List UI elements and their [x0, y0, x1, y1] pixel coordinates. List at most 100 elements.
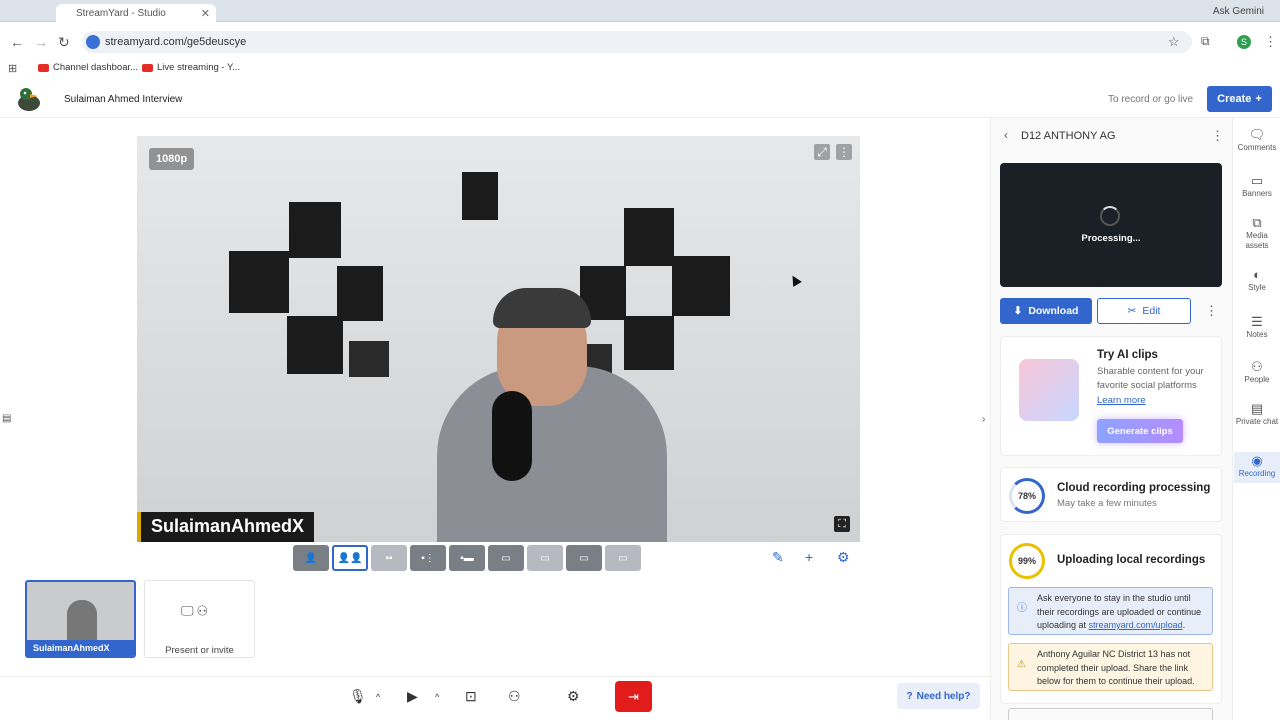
- reload-icon[interactable]: ↻: [58, 34, 70, 51]
- download-label: Download: [1028, 305, 1079, 317]
- streamyard-logo[interactable]: [14, 85, 44, 113]
- apps-grid-icon[interactable]: ⊞: [8, 62, 17, 75]
- present-or-invite-tile[interactable]: 🖵 ⚇ Present or invite: [144, 580, 255, 658]
- app-header: [0, 82, 1280, 118]
- panel-toggle-icon[interactable]: ▤: [2, 413, 11, 424]
- share-screen-icon[interactable]: ⊡: [465, 688, 477, 705]
- youtube-icon: [38, 63, 49, 72]
- leave-studio-button[interactable]: ⇥: [615, 681, 652, 712]
- acoustic-panel: [229, 251, 289, 313]
- layout-picture[interactable]: ▭: [488, 545, 524, 571]
- extensions-icon[interactable]: ⧉: [1201, 34, 1210, 49]
- tab-close-icon[interactable]: ✕: [201, 7, 210, 20]
- cloud-progress-ring: 78%: [1009, 478, 1045, 514]
- rail-label: Private chat: [1235, 417, 1279, 426]
- rail-notes[interactable]: ☰ Notes: [1234, 315, 1280, 340]
- rail-media-assets[interactable]: ⧉ Media assets: [1234, 215, 1280, 251]
- rail-recording[interactable]: ◉ Recording: [1234, 452, 1280, 483]
- bookmark-channel-dashboard[interactable]: Channel dashboar...: [38, 62, 138, 73]
- ask-gemini-button[interactable]: Ask Gemini: [1213, 6, 1264, 17]
- create-label: Create: [1217, 93, 1252, 105]
- invite-guest-icon[interactable]: ⚇: [508, 688, 521, 705]
- ai-clips-description: Sharable content for your favorite socia…: [1097, 366, 1204, 391]
- download-icon: ⬇: [1013, 305, 1023, 317]
- learn-more-link[interactable]: Learn more: [1097, 395, 1146, 406]
- layout-group-2[interactable]: ▪▪: [371, 545, 407, 571]
- layout-leader[interactable]: ▪⋮: [410, 545, 446, 571]
- browser-menu-icon[interactable]: ⋮: [1264, 34, 1277, 50]
- pencil-icon[interactable]: ✎: [772, 549, 784, 566]
- rail-label: Comments: [1237, 143, 1277, 152]
- add-icon[interactable]: +: [805, 549, 813, 565]
- camera-options-chevron-icon[interactable]: ^: [435, 692, 439, 702]
- collapse-panel-icon[interactable]: ›: [982, 414, 985, 425]
- recording-title: D12 ANTHONY AG: [1021, 130, 1116, 142]
- rail-label: People: [1244, 375, 1270, 384]
- speaker-hair: [493, 288, 591, 328]
- edit-label: Edit: [1142, 305, 1161, 317]
- processing-text: Processing...: [1081, 233, 1141, 244]
- camera-icon[interactable]: ▶: [407, 688, 418, 705]
- upload-link[interactable]: streamyard.com/upload: [1089, 620, 1183, 630]
- stage-menu-icon[interactable]: ⋮: [836, 144, 852, 160]
- layout-screen[interactable]: ▭: [527, 545, 563, 571]
- rail-style[interactable]: ◐ Style: [1234, 267, 1280, 293]
- rail-private-chat[interactable]: ▤ Private chat: [1234, 402, 1280, 427]
- layout-solo[interactable]: 👤: [293, 545, 329, 571]
- loading-spinner-icon: [1100, 206, 1120, 226]
- expand-icon[interactable]: ⤢: [814, 144, 830, 160]
- ai-clips-title: Try AI clips: [1097, 349, 1158, 361]
- mic-options-chevron-icon[interactable]: ^: [376, 692, 380, 702]
- thumb-name-label: SulaimanAhmedX: [27, 640, 134, 656]
- rail-banners[interactable]: ▭ Banners: [1234, 174, 1280, 199]
- profile-avatar[interactable]: S: [1237, 35, 1251, 49]
- local-progress-ring: 99%: [1009, 543, 1045, 579]
- media-icon: ⧉: [1252, 215, 1262, 230]
- bookmark-label: Live streaming - Y...: [157, 62, 241, 73]
- cloud-title: Cloud recording processing: [1057, 482, 1211, 494]
- edit-button[interactable]: ✂ Edit: [1097, 298, 1191, 324]
- address-bar[interactable]: [82, 31, 1192, 53]
- settings-icon[interactable]: ⚙: [567, 688, 580, 705]
- rail-label: Notes: [1246, 330, 1268, 339]
- stage-video[interactable]: 1080p ⤢ ⋮ SulaimanAhmedX ⛶: [137, 136, 860, 542]
- download-button[interactable]: ⬇ Download: [1000, 298, 1092, 324]
- layout-full-screen[interactable]: ▭: [566, 545, 602, 571]
- rail-label: Banners: [1242, 189, 1272, 198]
- back-icon[interactable]: ←: [10, 34, 24, 50]
- bookmark-star-icon[interactable]: ☆: [1168, 34, 1180, 50]
- help-label: Need help?: [916, 690, 971, 702]
- bookmark-label: Channel dashboar...: [53, 62, 139, 73]
- cloud-recording-card: 78% Cloud recording processing May take …: [1000, 467, 1222, 522]
- palette-icon: ◐: [1253, 267, 1261, 282]
- participant-thumbnail[interactable]: SulaimanAhmedX: [25, 580, 136, 658]
- rail-people[interactable]: ⚇ People: [1234, 359, 1280, 385]
- upload-warning-text: Anthony Aguilar NC District 13 has not c…: [1037, 649, 1195, 686]
- upload-info-suffix: .: [1182, 620, 1186, 630]
- fullscreen-icon[interactable]: ⛶: [834, 516, 850, 532]
- need-help-button[interactable]: ? Need help?: [897, 683, 980, 709]
- mic-icon[interactable]: 🎙: [349, 688, 367, 705]
- share-link-field[interactable]: [1008, 708, 1213, 720]
- layout-side-by-side[interactable]: ▪▬: [449, 545, 485, 571]
- forward-icon[interactable]: →: [34, 34, 48, 50]
- create-button[interactable]: Create +: [1207, 86, 1272, 112]
- podcast-microphone: [492, 391, 532, 481]
- layout-selector: 👤 👤👤 ▪▪ ▪⋮ ▪▬ ▭ ▭ ▭ ▭: [293, 545, 641, 571]
- generate-clips-button[interactable]: Generate clips: [1097, 419, 1183, 443]
- recording-preview: Processing...: [1000, 163, 1222, 287]
- rail-comments[interactable]: 🗨 Comments: [1234, 128, 1280, 153]
- download-more-icon[interactable]: ⋮: [1205, 303, 1218, 319]
- upload-info-box: ⓘ Ask everyone to stay in the studio unt…: [1008, 587, 1213, 635]
- stage-settings-icon[interactable]: ⚙: [837, 549, 850, 566]
- back-chevron-icon[interactable]: ‹: [1004, 128, 1008, 142]
- browser-tab[interactable]: StreamYard - Studio ✕: [56, 4, 216, 22]
- url-text[interactable]: streamyard.com/ge5deuscye: [105, 36, 246, 48]
- bookmark-live-streaming[interactable]: Live streaming - Y...: [142, 62, 240, 73]
- layout-group[interactable]: 👤👤: [332, 545, 368, 571]
- people-icon: ⚇: [1251, 359, 1263, 374]
- layout-cinema[interactable]: ▭: [605, 545, 641, 571]
- recording-menu-icon[interactable]: ⋮: [1211, 128, 1224, 144]
- present-screen-icon: 🖵 ⚇: [181, 603, 208, 618]
- site-info-icon[interactable]: [86, 35, 100, 49]
